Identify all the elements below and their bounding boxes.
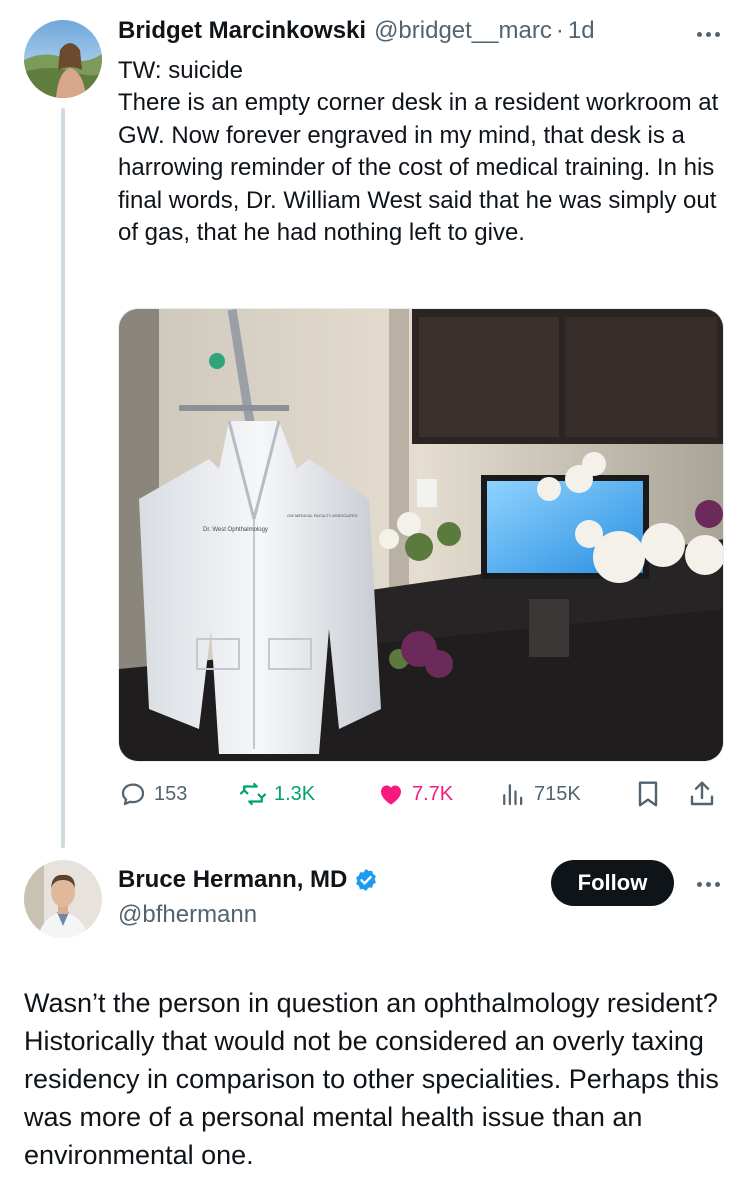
avatar-image [24,860,102,938]
author-avatar[interactable] [24,20,102,98]
share-button[interactable] [686,776,724,812]
reply-icon [121,783,145,806]
reply-author-name-row: Bruce Hermann, MD [118,866,379,894]
coat-logo-embroidery: GW MEDICAL FACULTY ASSOCIATES [287,513,358,518]
original-tweet: Bridget Marcinkowski @bridget__marc · 1d… [0,0,748,850]
bookmark-button[interactable] [632,776,670,812]
avatar-image [24,20,102,98]
repost-button[interactable]: 1.3K [238,776,315,812]
reply-author-name[interactable]: Bruce Hermann, MD [118,866,347,894]
more-options-icon[interactable] [690,872,726,896]
repost-icon [240,782,266,806]
follow-button[interactable]: Follow [551,860,674,906]
tweet-photo[interactable]: Dr. West Ophthalmology GW MEDICAL FACULT… [118,308,724,762]
view-count: 715K [534,782,581,805]
tweet-text: There is an empty corner desk in a resid… [118,89,719,246]
bookmark-icon [638,781,658,807]
views-button[interactable]: 715K [498,776,581,812]
reply-author-handle[interactable]: @bfhermann [118,901,257,929]
photo-white-coat-desk: Dr. West Ophthalmology GW MEDICAL FACULT… [119,309,723,761]
coat-name-embroidery: Dr. West Ophthalmology [203,527,268,533]
reply-count: 153 [154,782,188,805]
like-count: 7.7K [412,782,454,805]
reply-author-avatar[interactable] [24,860,102,938]
like-icon [381,785,401,805]
tweet-header: Bridget Marcinkowski @bridget__marc · 1d [118,17,595,51]
repost-count: 1.3K [274,782,316,805]
reply-button[interactable]: 153 [118,776,187,812]
like-button[interactable]: 7.7K [376,776,453,812]
tweet-timestamp[interactable]: 1d [568,17,595,45]
views-icon [503,784,523,806]
verified-badge-icon [356,868,377,892]
thread-connector-line [61,108,65,848]
reply-text: Wasn’t the person in question an ophthal… [24,988,719,1170]
tweet-actions: 153 1.3K 7.7K 715K [118,776,728,812]
more-options-icon[interactable] [690,22,726,46]
content-warning: TW: suicide [118,57,243,84]
share-icon [690,781,714,806]
author-handle[interactable]: @bridget__marc [374,17,552,45]
author-name[interactable]: Bridget Marcinkowski [118,17,366,45]
separator-dot: · [555,17,564,44]
